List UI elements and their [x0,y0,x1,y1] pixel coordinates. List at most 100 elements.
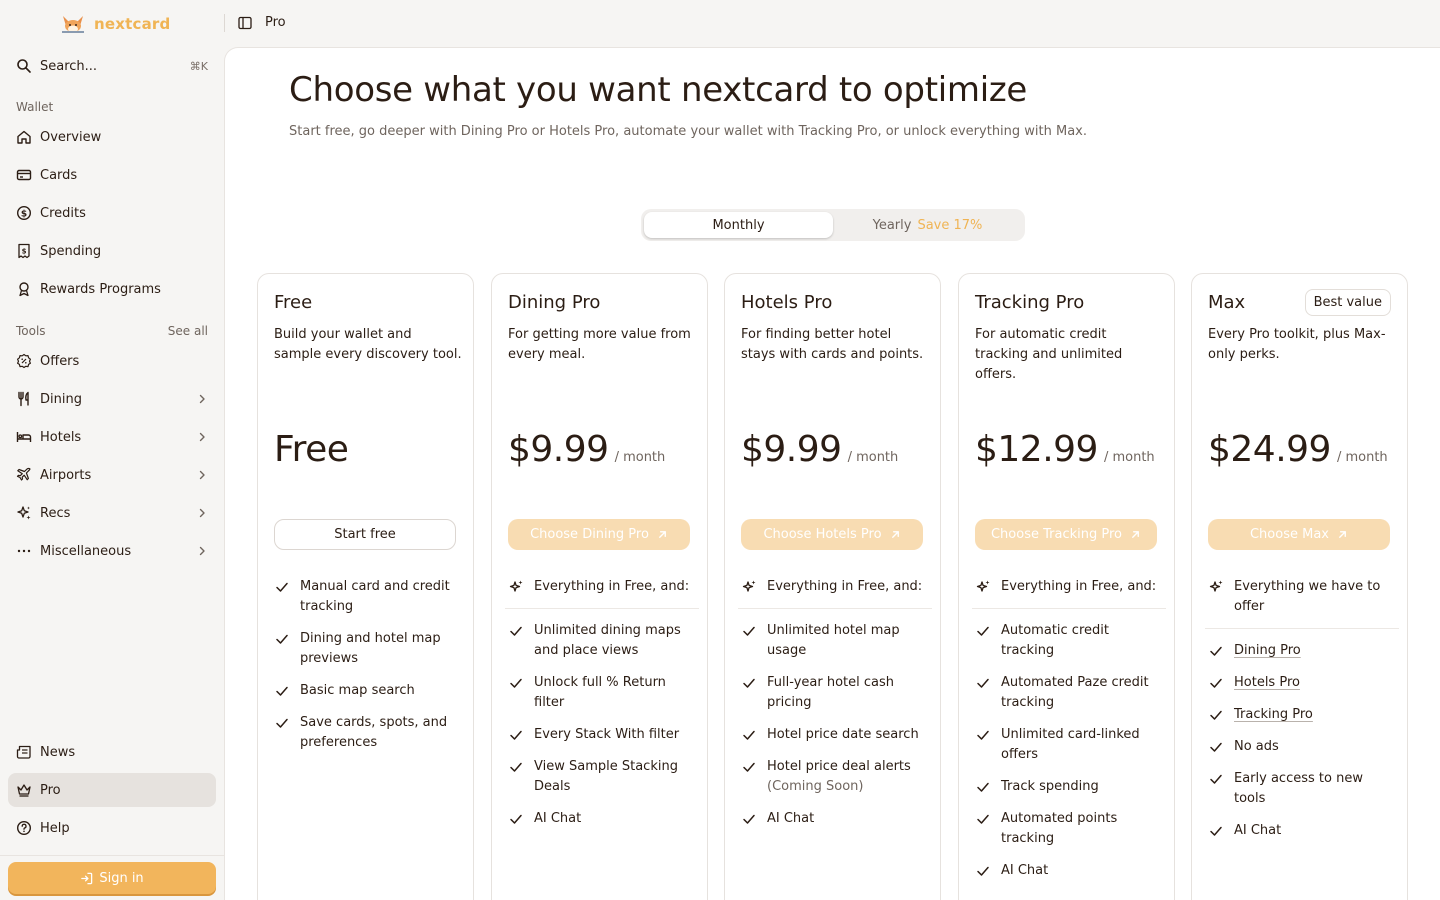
feature-divider [505,608,699,609]
feature-text-main: Hotel price deal alerts [767,759,911,774]
billing-monthly-option[interactable]: Monthly [644,212,833,238]
feature-text: Automatic credit tracking [1001,623,1109,658]
sidebar-item-rewards-programs[interactable]: Rewards Programs [8,272,216,306]
check-icon [276,582,288,592]
feature-item: Basic map search [274,681,462,701]
arrow-up-right-icon [891,531,899,538]
feature-item: View Sample Stacking Deals [508,757,696,797]
sidebar-item-label: Pro [40,782,61,798]
sidebar-item-label: Airports [40,467,92,483]
feature-header-text: Everything in Free, and: [534,579,690,594]
feature-link-tracking-pro[interactable]: Tracking Pro [1234,705,1313,725]
feature-item: Automated points tracking [975,809,1163,849]
feature-list: Everything we have to offer Dining Pro H… [1205,577,1399,853]
check-icon [510,814,522,824]
feature-item: Hotel price date search [741,725,929,745]
sidebar-item-help[interactable]: Help [8,811,216,845]
sidebar-toggle-icon[interactable] [237,15,253,31]
check-icon [1210,826,1222,836]
sidebar-item-hotels[interactable]: Hotels [8,420,216,454]
sparkles-icon [17,506,31,520]
sidebar-item-recs[interactable]: Recs [8,496,216,530]
choose-max-button[interactable]: Choose Max [1208,519,1390,550]
billing-toggle: Monthly Yearly Save 17% [641,209,1025,241]
plan-card-dining-pro: Dining Pro For getting more value from e… [491,273,708,900]
dollar-circle-icon: $ [16,205,32,221]
feature-item: Every Stack With filter [508,725,696,745]
search-button[interactable]: Search... ⌘K [8,52,216,80]
plan-price: $24.99 / month [1208,429,1388,470]
check-icon [743,730,755,740]
feature-item: No ads [1208,737,1396,757]
brand[interactable]: nextcard [60,12,170,36]
credit-card-icon [16,169,32,181]
sparkles-icon [1209,580,1223,592]
crown-icon [17,784,31,797]
check-icon [743,626,755,636]
choose-dining-pro-button[interactable]: Choose Dining Pro [508,519,690,550]
feature-text: Save cards, spots, and preferences [300,715,448,750]
check-icon [743,678,755,688]
feature-text: Unlimited card-linked offers [1001,727,1140,762]
billing-yearly-option[interactable]: Yearly Save 17% [833,212,1022,238]
billing-yearly-label: Yearly [872,217,912,233]
sidebar-item-cards[interactable]: Cards [8,158,216,192]
sidebar-item-dining[interactable]: Dining [8,382,216,416]
feature-text: No ads [1234,739,1279,754]
svg-text:$: $ [22,248,27,256]
sidebar-item-offers[interactable]: Offers [8,344,216,378]
feature-link-hotels-pro[interactable]: Hotels Pro [1234,673,1300,693]
plan-price-amount: $24.99 [1208,429,1331,470]
feature-link-dining-pro[interactable]: Dining Pro [1234,641,1301,661]
start-free-button[interactable]: Start free [274,519,456,550]
sidebar-item-spending[interactable]: $ Spending [8,234,216,268]
feature-header: Everything in Free, and: [508,577,696,597]
coming-soon-note: (Coming Soon) [767,779,864,794]
sidebar-item-news[interactable]: News [8,735,216,769]
choose-hotels-pro-button[interactable]: Choose Hotels Pro [741,519,923,550]
feature-text: Every Stack With filter [534,727,680,742]
feature-item: Unlock full % Return filter [508,673,696,713]
feature-item: Unlimited hotel map usage [741,621,929,661]
chevron-right-icon [199,394,205,404]
feature-item: Dining Pro [1208,641,1396,661]
feature-item: AI Chat [741,809,929,829]
plan-price-amount: $12.99 [975,429,1098,470]
plan-price-amount: Free [274,429,349,470]
feature-text: Automated Paze credit tracking [1001,675,1149,710]
check-icon [510,730,522,740]
page-title: Choose what you want nextcard to optimiz… [289,70,1028,110]
cta-label: Choose Max [1249,527,1329,542]
check-icon [1210,774,1222,784]
plan-price-amount: $9.99 [508,429,609,470]
plan-card-tracking-pro: Tracking Pro For automatic credit tracki… [958,273,1175,900]
sidebar-item-credits[interactable]: $ Credits [8,196,216,230]
sidebar-divider [0,855,224,856]
sidebar-item-overview[interactable]: Overview [8,120,216,154]
sidebar-item-label: Dining [40,391,82,407]
sign-in-button[interactable]: Sign in [8,862,216,894]
check-icon [276,686,288,696]
see-all-link[interactable]: See all [168,324,208,338]
check-icon [977,782,989,792]
sidebar-item-miscellaneous[interactable]: Miscellaneous [8,534,216,568]
feature-list: Manual card and credit tracking Dining a… [274,577,462,765]
bed-icon [16,432,32,442]
page-subtitle: Start free, go deeper with Dining Pro or… [289,124,1088,139]
sidebar-item-pro[interactable]: Pro [8,773,216,807]
feature-text: AI Chat [767,811,815,826]
plan-price-amount: $9.99 [741,429,842,470]
feature-text: Unlimited dining maps and place views [534,623,681,658]
plan-price: $9.99 / month [508,429,665,470]
check-icon [743,814,755,824]
choose-tracking-pro-button[interactable]: Choose Tracking Pro [975,519,1157,550]
check-icon [510,762,522,772]
cta-label: Choose Dining Pro [530,527,649,542]
sidebar-item-airports[interactable]: Airports [8,458,216,492]
plan-description: For automatic credit tracking and unlimi… [975,327,1123,382]
log-in-icon [81,872,93,884]
arrow-up-right-icon [1339,531,1346,538]
receipt-icon: $ [18,243,30,259]
home-icon [17,130,31,144]
cta-label: Start free [334,527,396,542]
